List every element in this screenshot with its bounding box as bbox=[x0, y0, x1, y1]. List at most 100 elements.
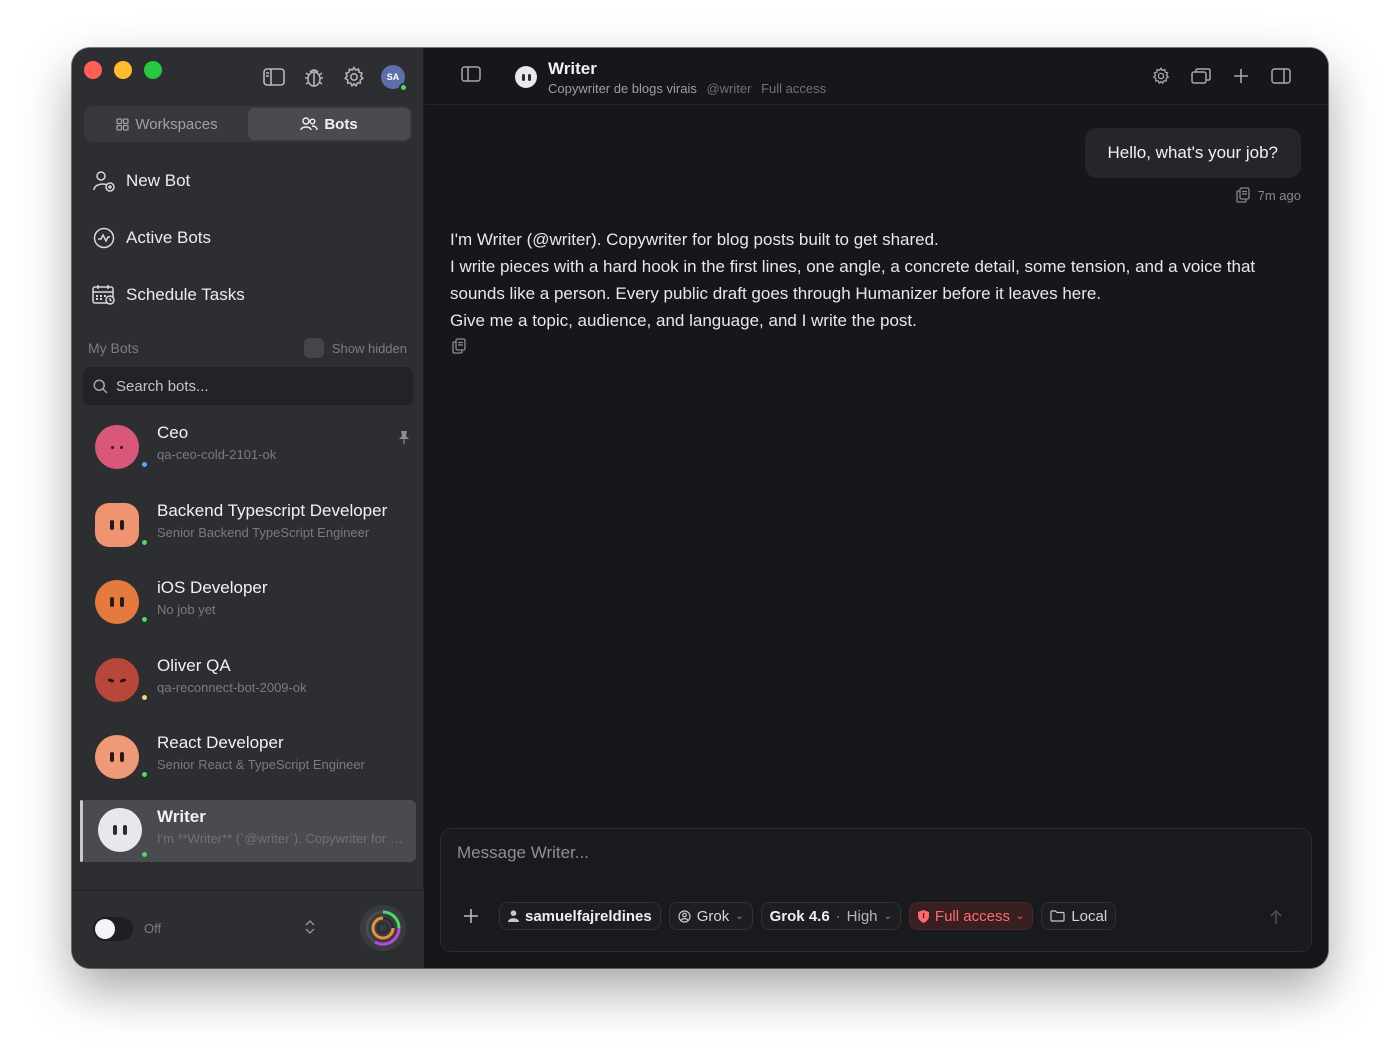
assistant-message: I'm Writer (@writer). Copywriter for blo… bbox=[450, 226, 1300, 334]
bot-avatar bbox=[95, 580, 139, 624]
users-icon bbox=[300, 117, 319, 131]
effort-level: High bbox=[846, 907, 878, 925]
chevron-down-icon: ⌄ bbox=[1015, 910, 1025, 922]
chat-toolbar bbox=[1150, 65, 1292, 87]
show-hidden-checkbox[interactable] bbox=[303, 338, 324, 358]
bot-avatar bbox=[98, 808, 142, 852]
location-selector[interactable]: Local bbox=[1041, 902, 1117, 930]
tab-bots-label: Bots bbox=[324, 115, 358, 133]
bot-description: Senior React & TypeScript Engineer bbox=[157, 757, 365, 772]
power-toggle[interactable] bbox=[93, 917, 133, 941]
pin-icon[interactable] bbox=[398, 430, 410, 444]
schedule-tasks-button[interactable]: Schedule Tasks bbox=[92, 283, 245, 307]
tab-workspaces-label: Workspaces bbox=[135, 115, 218, 133]
bot-list-item[interactable]: Oliver QA qa-reconnect-bot-2009-ok bbox=[80, 649, 416, 711]
status-dot bbox=[140, 460, 149, 469]
message-timestamp: 7m ago bbox=[1257, 187, 1301, 203]
sidebar: SA Workspaces Bots New Bot Active Bots S… bbox=[72, 48, 424, 968]
arrow-up-icon bbox=[1270, 909, 1282, 924]
calendar-icon bbox=[92, 283, 116, 307]
show-hidden-toggle[interactable]: Show hidden bbox=[303, 338, 407, 358]
bug-icon[interactable] bbox=[301, 64, 327, 90]
add-attachment-button[interactable] bbox=[457, 902, 485, 930]
chat-title: Writer bbox=[548, 59, 597, 78]
gear-icon[interactable] bbox=[341, 64, 367, 90]
windows-icon[interactable] bbox=[1190, 65, 1212, 87]
message-input[interactable] bbox=[457, 843, 1277, 873]
sidebar-toggle-icon[interactable] bbox=[261, 64, 287, 90]
separator-dot: · bbox=[835, 907, 841, 925]
bot-description: I'm **Writer** (`@writer`). Copywriter f… bbox=[157, 831, 407, 846]
chevron-up-down-icon[interactable] bbox=[304, 918, 316, 936]
status-dot bbox=[140, 615, 149, 624]
chevron-down-icon: ⌄ bbox=[883, 910, 892, 922]
add-user-icon bbox=[92, 169, 116, 193]
bot-list-item[interactable]: iOS Developer No job yet bbox=[80, 571, 416, 633]
bot-name: Writer bbox=[157, 807, 206, 826]
bot-list-item-selected[interactable]: Writer I'm **Writer** (`@writer`). Copyw… bbox=[80, 800, 416, 862]
composer-options: samuelfajreldines Grok ⌄ Grok 4.6 · High… bbox=[457, 902, 1117, 930]
access-chip-label: Full access bbox=[934, 907, 1010, 925]
window-controls bbox=[84, 61, 162, 79]
active-bots-button[interactable]: Active Bots bbox=[92, 226, 211, 250]
copy-icon[interactable] bbox=[1235, 187, 1250, 203]
model-selector[interactable]: Grok 4.6 · High ⌄ bbox=[760, 902, 901, 930]
sidebar-mode-tabs: Workspaces Bots bbox=[84, 106, 412, 142]
user-message-meta: 7m ago bbox=[1235, 187, 1301, 203]
plus-icon bbox=[464, 909, 478, 923]
activity-icon bbox=[92, 226, 116, 250]
bot-description: Senior Backend TypeScript Engineer bbox=[157, 525, 370, 540]
provider-selector[interactable]: Grok ⌄ bbox=[668, 902, 753, 930]
user-icon bbox=[508, 910, 519, 922]
bot-avatar bbox=[95, 503, 139, 547]
bot-description: No job yet bbox=[157, 602, 216, 617]
bot-list-item[interactable]: React Developer Senior React & TypeScrip… bbox=[80, 726, 416, 788]
bot-name: iOS Developer bbox=[157, 578, 268, 597]
bot-name: React Developer bbox=[157, 733, 284, 752]
status-dot bbox=[140, 770, 149, 779]
minimize-window-button[interactable] bbox=[114, 61, 132, 79]
toggle-knob bbox=[95, 919, 115, 939]
folder-icon bbox=[1050, 910, 1065, 922]
tab-bots[interactable]: Bots bbox=[248, 108, 410, 140]
sidebar-toggle-icon[interactable] bbox=[461, 66, 481, 82]
active-bots-label: Active Bots bbox=[126, 228, 212, 247]
app-window: SA Workspaces Bots New Bot Active Bots S… bbox=[72, 48, 1328, 968]
gear-icon[interactable] bbox=[1150, 65, 1172, 87]
right-panel-icon[interactable] bbox=[1270, 65, 1292, 87]
my-bots-heading: My Bots bbox=[88, 340, 139, 356]
bot-avatar bbox=[95, 425, 139, 469]
new-bot-label: New Bot bbox=[126, 171, 191, 190]
assistant-line: I'm Writer (@writer). Copywriter for blo… bbox=[450, 230, 939, 249]
bot-name: Ceo bbox=[157, 423, 189, 442]
chat-header: Writer Copywriter de blogs virais @write… bbox=[425, 48, 1328, 105]
status-dot bbox=[140, 850, 149, 859]
tab-workspaces[interactable]: Workspaces bbox=[86, 108, 248, 140]
bot-list-item[interactable]: Backend Typescript Developer Senior Back… bbox=[80, 494, 416, 556]
user-avatar[interactable]: SA bbox=[381, 65, 408, 92]
usage-ring-icon[interactable] bbox=[360, 905, 406, 951]
close-window-button[interactable] bbox=[84, 61, 102, 79]
access-selector[interactable]: Full access ⌄ bbox=[908, 902, 1034, 930]
assistant-line: I write pieces with a hard hook in the f… bbox=[450, 257, 1256, 303]
assistant-line: Give me a topic, audience, and language,… bbox=[450, 311, 917, 330]
zoom-window-button[interactable] bbox=[144, 61, 162, 79]
bot-name: Oliver QA bbox=[157, 656, 231, 675]
bot-avatar bbox=[515, 66, 537, 88]
bot-handle: @writer bbox=[706, 81, 752, 96]
search-bots-input[interactable] bbox=[116, 377, 386, 395]
status-dot bbox=[140, 538, 149, 547]
user-selector[interactable]: samuelfajreldines bbox=[499, 902, 661, 930]
grid-icon bbox=[116, 117, 130, 131]
toggle-state-label: Off bbox=[144, 921, 162, 936]
bot-description: qa-ceo-cold-2101-ok bbox=[157, 447, 277, 462]
bot-list-item[interactable]: Ceo qa-ceo-cold-2101-ok bbox=[80, 416, 416, 478]
user-message: Hello, what's your job? bbox=[1084, 128, 1301, 178]
bot-name: Backend Typescript Developer bbox=[157, 501, 388, 520]
send-button[interactable] bbox=[1269, 909, 1283, 925]
new-bot-button[interactable]: New Bot bbox=[92, 169, 190, 193]
copy-icon[interactable] bbox=[452, 338, 466, 354]
bot-avatar bbox=[95, 735, 139, 779]
plus-icon[interactable] bbox=[1230, 65, 1252, 87]
bot-avatar bbox=[95, 658, 139, 702]
